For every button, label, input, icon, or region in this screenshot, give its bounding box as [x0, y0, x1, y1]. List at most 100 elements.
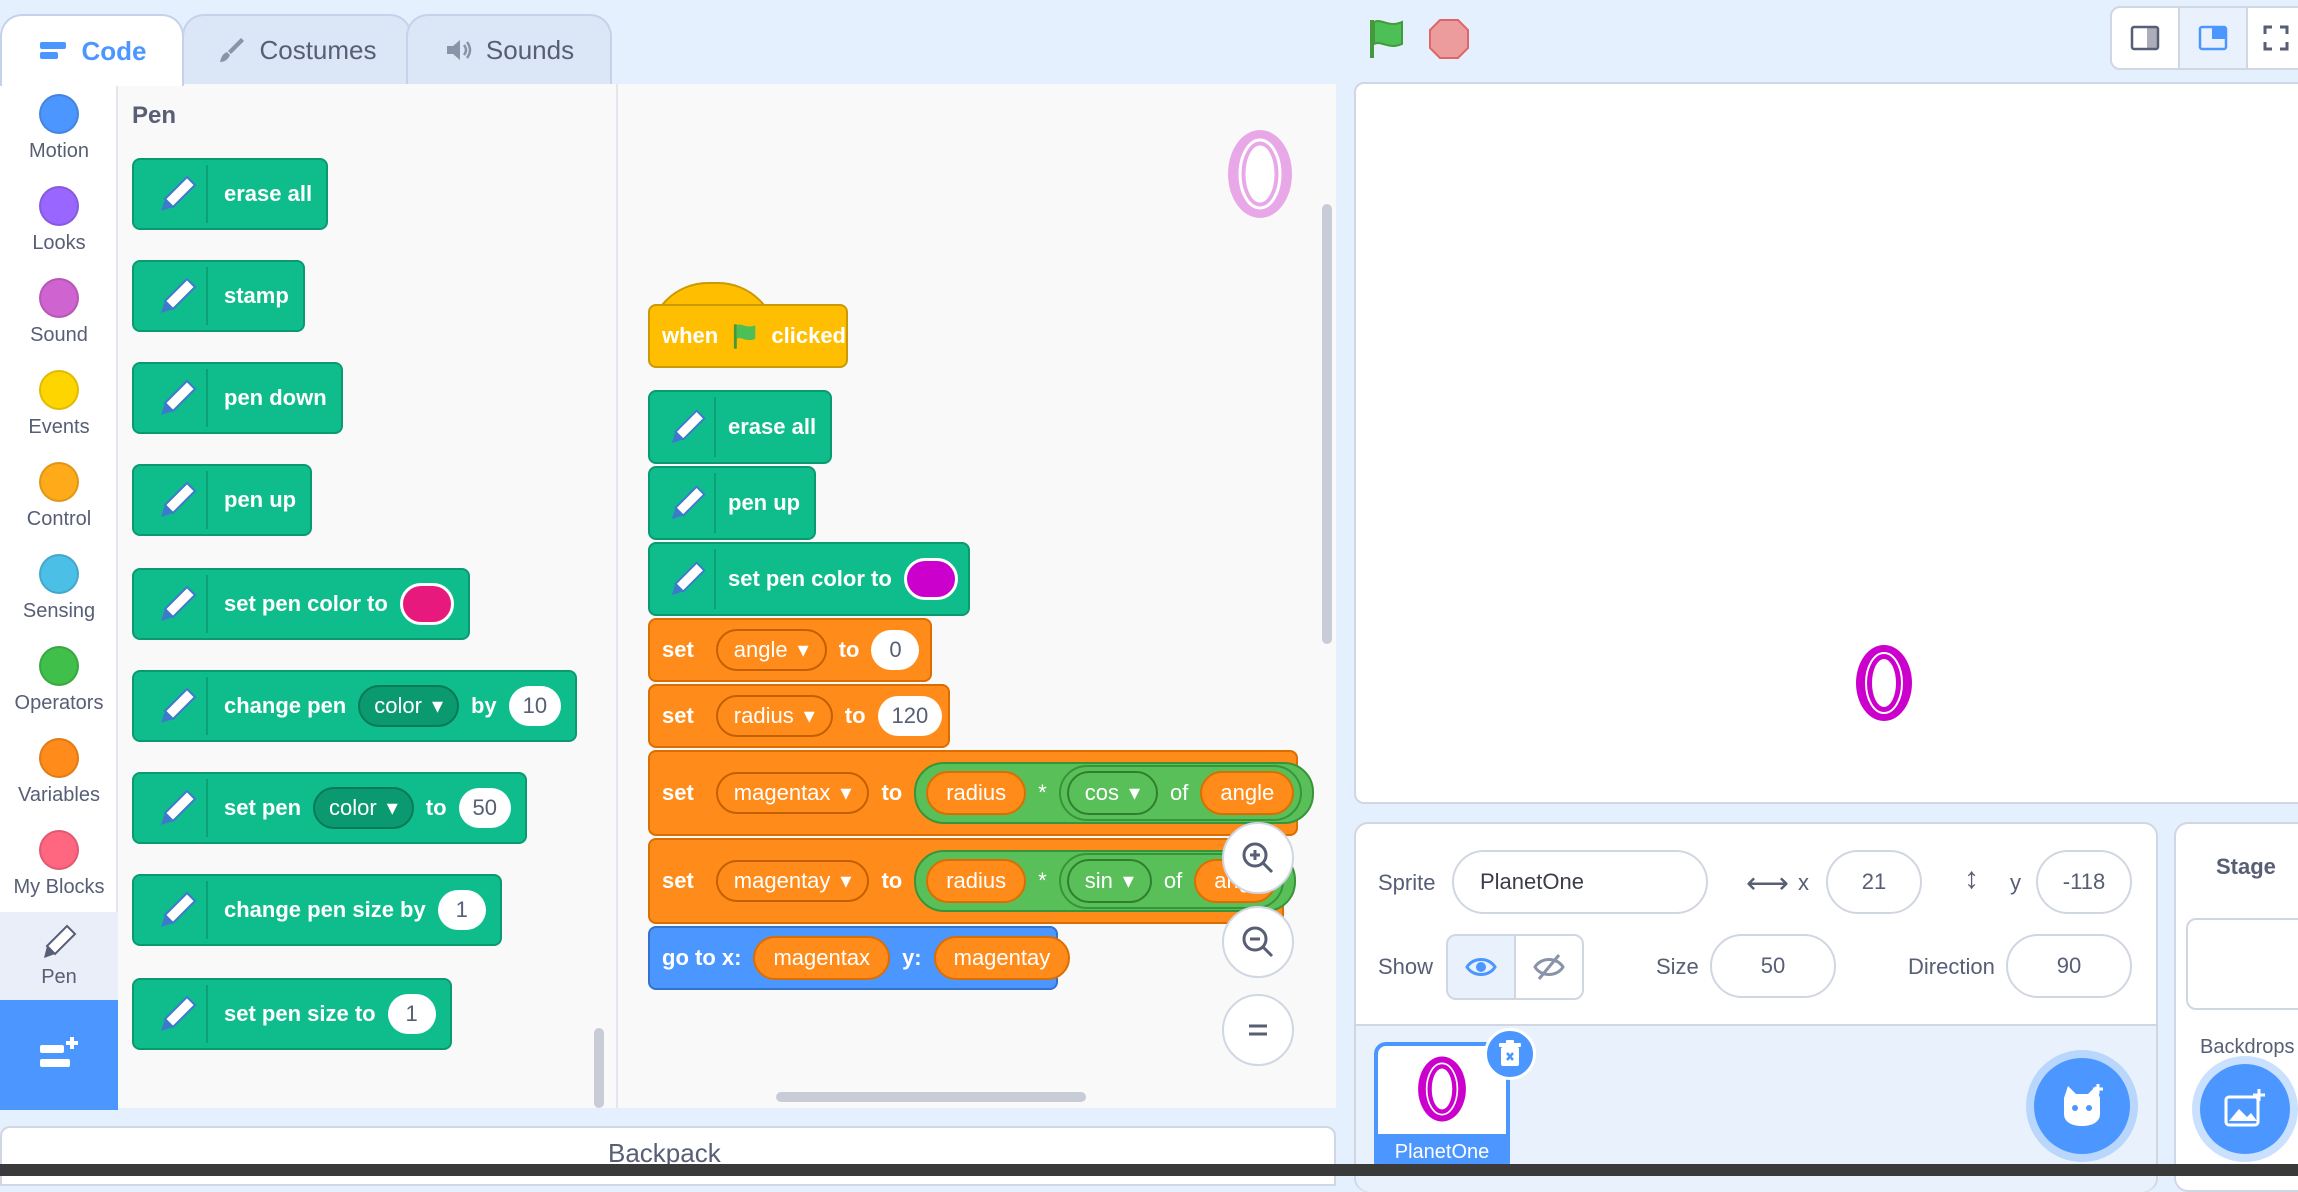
- trash-icon: [1499, 1040, 1521, 1066]
- zoom-reset-button[interactable]: [1222, 994, 1294, 1066]
- set-magentax-block[interactable]: set magentax ▾ to radius * cos ▾ of angle: [648, 750, 1315, 836]
- pen-color-swatch[interactable]: [399, 583, 454, 625]
- sprite-on-stage[interactable]: [1852, 642, 1916, 724]
- category-events[interactable]: Events: [0, 360, 118, 452]
- fullscreen-button[interactable]: [2246, 6, 2298, 70]
- set-angle-block[interactable]: set angle ▾ to 0: [648, 618, 932, 682]
- normal-stage-button[interactable]: [2178, 6, 2248, 70]
- block-label: stamp: [224, 283, 289, 308]
- variable-dropdown[interactable]: radius ▾: [715, 695, 833, 737]
- variable-reporter[interactable]: angle: [1200, 771, 1295, 815]
- sprite-label: Sprite: [1378, 870, 1436, 895]
- zoom-out-button[interactable]: [1222, 906, 1294, 978]
- show-label: Show: [1378, 954, 1434, 979]
- delete-sprite-button[interactable]: [1484, 1028, 1536, 1080]
- sprite-name-input[interactable]: PlanetOne: [1452, 850, 1708, 914]
- block-label: when: [662, 323, 719, 348]
- script-area[interactable]: when clicked erase all pen up set pen co…: [618, 84, 1336, 1108]
- value-input[interactable]: 0: [871, 630, 920, 670]
- green-flag-icon: [734, 324, 756, 349]
- pen-up-block[interactable]: pen up: [648, 466, 816, 540]
- palette-set-pen-color-block[interactable]: set pen color to: [132, 568, 470, 640]
- variable-reporter[interactable]: radius: [926, 859, 1027, 903]
- palette-set-pen-size-block[interactable]: set pen size to 1: [132, 978, 452, 1050]
- tab-code-label: Code: [81, 35, 147, 66]
- pen-param-dropdown[interactable]: color ▾: [358, 685, 459, 727]
- category-sensing[interactable]: Sensing: [0, 544, 118, 636]
- direction-input[interactable]: 90: [2006, 934, 2132, 998]
- add-backdrop-button[interactable]: [2200, 1064, 2290, 1154]
- size-input[interactable]: 50: [1710, 934, 1836, 998]
- category-pen[interactable]: Pen: [0, 912, 118, 1004]
- category-label: Sensing: [22, 600, 96, 622]
- number-input[interactable]: 10: [508, 686, 562, 726]
- category-label: My Blocks: [13, 876, 105, 898]
- block-label: erase all: [224, 181, 313, 206]
- set-magentay-block[interactable]: set magentay▾ to radius * sin▾ of angl: [648, 838, 1296, 924]
- events-dot-icon: [39, 370, 79, 410]
- category-my-blocks[interactable]: My Blocks: [0, 820, 118, 912]
- variable-dropdown[interactable]: magentay ▾: [715, 860, 870, 902]
- when-flag-clicked-block[interactable]: when clicked: [648, 282, 848, 368]
- script-vertical-scrollbar[interactable]: [1322, 204, 1332, 644]
- palette-stamp-block[interactable]: stamp: [132, 260, 305, 332]
- tab-costumes[interactable]: Costumes: [182, 14, 412, 84]
- tab-sounds[interactable]: Sounds: [406, 14, 612, 84]
- stage-selector-panel[interactable]: Stage Backdrops: [2174, 822, 2298, 1192]
- palette-pen-down-block[interactable]: pen down: [132, 362, 343, 434]
- function-dropdown[interactable]: sin ▾: [1066, 859, 1152, 903]
- erase-all-block[interactable]: erase all: [648, 390, 832, 464]
- y-input[interactable]: -118: [2036, 850, 2132, 914]
- number-input[interactable]: 1: [387, 994, 436, 1034]
- category-variables[interactable]: Variables: [0, 728, 118, 820]
- block-label: of: [1163, 868, 1183, 893]
- pen-color-swatch[interactable]: [903, 558, 958, 600]
- multiply-operator[interactable]: radius * cos ▾ of angle: [914, 762, 1315, 824]
- stop-button[interactable]: [1424, 14, 1474, 64]
- category-operators[interactable]: Operators: [0, 636, 118, 728]
- set-pen-color-block[interactable]: set pen color to: [648, 542, 970, 616]
- x-input[interactable]: 21: [1826, 850, 1922, 914]
- show-visible-button[interactable]: [1446, 934, 1516, 1000]
- palette-title: Pen: [132, 102, 177, 129]
- category-motion[interactable]: Motion: [0, 84, 118, 176]
- stage-canvas[interactable]: [1354, 82, 2298, 804]
- size-label: Size: [1656, 954, 1699, 979]
- variable-dropdown[interactable]: angle ▾: [715, 629, 827, 671]
- script-horizontal-scrollbar[interactable]: [776, 1092, 1086, 1102]
- palette-erase-all-block[interactable]: erase all: [132, 158, 329, 230]
- value-input[interactable]: 120: [877, 696, 943, 736]
- go-to-xy-block[interactable]: go to x: magentax y: magentay: [648, 926, 1071, 990]
- pen-param-dropdown[interactable]: color ▾: [313, 787, 414, 829]
- small-stage-button[interactable]: [2110, 6, 2180, 70]
- stage-thumbnail[interactable]: [2186, 918, 2298, 1010]
- category-control[interactable]: Control: [0, 452, 118, 544]
- palette-pen-up-block[interactable]: pen up: [132, 464, 313, 536]
- variable-reporter[interactable]: magentay: [933, 936, 1071, 980]
- palette-change-pen-block[interactable]: change pen color ▾ by 10: [132, 670, 578, 742]
- dropdown-label: radius: [733, 703, 794, 728]
- number-input[interactable]: 1: [437, 890, 486, 930]
- green-flag-button[interactable]: [1362, 14, 1412, 64]
- show-hidden-button[interactable]: [1514, 934, 1584, 1000]
- dropdown-label: color: [374, 693, 422, 718]
- variable-dropdown[interactable]: magentax ▾: [715, 772, 870, 814]
- add-sprite-button[interactable]: [2034, 1058, 2130, 1154]
- backpack-bar[interactable]: Backpack: [0, 1126, 1336, 1186]
- category-sound[interactable]: Sound: [0, 268, 118, 360]
- function-dropdown[interactable]: cos ▾: [1066, 771, 1159, 815]
- add-extension-button[interactable]: [0, 1000, 118, 1110]
- math-function-operator[interactable]: cos ▾ of angle: [1058, 765, 1303, 821]
- palette-set-pen-block[interactable]: set pen color ▾ to 50: [132, 772, 528, 844]
- variable-reporter[interactable]: magentax: [753, 936, 891, 980]
- zoom-in-button[interactable]: [1222, 822, 1294, 894]
- palette-change-pen-size-block[interactable]: change pen size by 1: [132, 874, 502, 946]
- tab-code[interactable]: Code: [0, 14, 184, 86]
- palette-scrollbar[interactable]: [594, 1028, 604, 1108]
- number-input[interactable]: 50: [458, 788, 512, 828]
- control-dot-icon: [39, 462, 79, 502]
- category-looks[interactable]: Looks: [0, 176, 118, 268]
- variable-reporter[interactable]: radius: [926, 771, 1027, 815]
- equals-icon: [1249, 1024, 1267, 1036]
- set-radius-block[interactable]: set radius ▾ to 120: [648, 684, 950, 748]
